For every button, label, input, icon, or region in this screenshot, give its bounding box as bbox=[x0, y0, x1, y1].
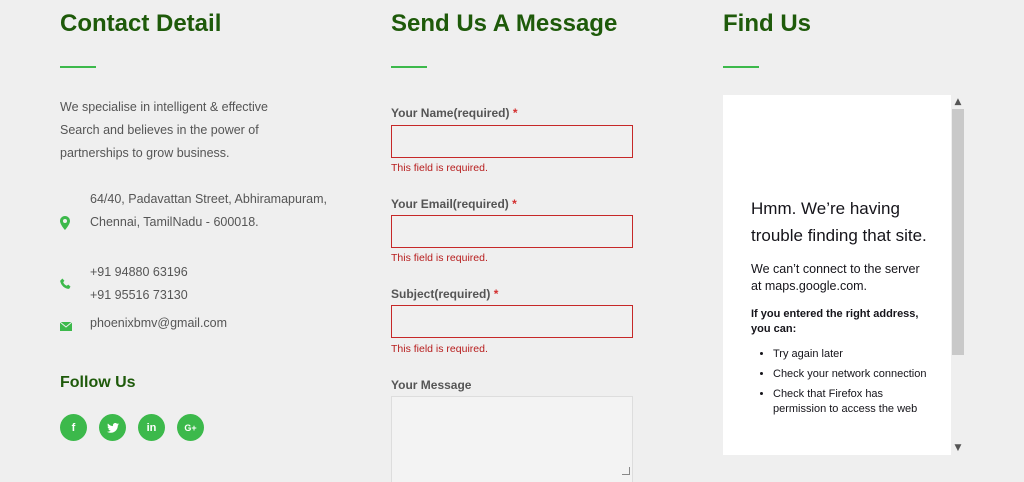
contact-heading: Contact Detail bbox=[60, 10, 222, 37]
required-marker: * bbox=[512, 197, 517, 211]
facebook-icon[interactable]: f bbox=[60, 414, 87, 441]
envelope-icon bbox=[59, 318, 74, 332]
name-label-text: Your Name(required) bbox=[391, 106, 510, 120]
email-label-text: Your Email(required) bbox=[391, 197, 509, 211]
social-links: f in G+ bbox=[60, 414, 204, 441]
subject-label: Subject(required) * bbox=[391, 287, 498, 301]
advice-list: Try again later Check your network conne… bbox=[751, 347, 931, 417]
email-error: This field is required. bbox=[391, 252, 488, 264]
map-pin-icon bbox=[60, 216, 74, 230]
list-item: Check that Firefox has permission to acc… bbox=[773, 387, 931, 417]
required-marker: * bbox=[493, 287, 499, 301]
heading-underline bbox=[391, 66, 427, 68]
scroll-down-icon[interactable]: ▼ bbox=[953, 443, 963, 453]
error-title: Hmm. We’re having trouble finding that s… bbox=[751, 199, 927, 245]
email-link[interactable]: phoenixbmv@gmail.com bbox=[90, 312, 330, 335]
list-item: Try again later bbox=[773, 347, 931, 362]
phone-1[interactable]: +91 94880 63196 bbox=[90, 261, 330, 284]
form-heading: Send Us A Message bbox=[391, 10, 618, 37]
twitter-icon[interactable] bbox=[99, 414, 126, 441]
map-scrollbar[interactable]: ▲ ▼ bbox=[951, 95, 965, 455]
email-label: Your Email(required) * bbox=[391, 197, 517, 211]
message-label: Your Message bbox=[391, 378, 472, 392]
connection-error-page: Hmm. We’re having trouble finding that s… bbox=[751, 195, 931, 422]
name-label: Your Name(required) * bbox=[391, 106, 517, 120]
find-us-heading: Find Us bbox=[723, 10, 811, 37]
phone-icon bbox=[60, 277, 74, 291]
heading-underline bbox=[723, 66, 759, 68]
map-embed-frame[interactable]: Hmm. We’re having trouble finding that s… bbox=[723, 95, 951, 455]
google-plus-icon[interactable]: G+ bbox=[177, 414, 204, 441]
scrollbar-thumb[interactable] bbox=[952, 109, 964, 355]
phone-row: +91 94880 63196 +91 95516 73130 bbox=[60, 261, 330, 307]
follow-heading: Follow Us bbox=[60, 374, 136, 391]
scroll-up-icon[interactable]: ▲ bbox=[953, 97, 963, 107]
phone-2[interactable]: +91 95516 73130 bbox=[90, 284, 330, 307]
advice-heading: If you entered the right address, you ca… bbox=[751, 308, 919, 335]
linkedin-icon[interactable]: in bbox=[138, 414, 165, 441]
address-row: 64/40, Padavattan Street, Abhiramapuram,… bbox=[60, 188, 330, 258]
subject-field[interactable] bbox=[391, 305, 633, 338]
error-subtitle: We can’t connect to the server at maps.g… bbox=[751, 262, 920, 293]
message-textarea[interactable] bbox=[391, 396, 633, 482]
name-field[interactable] bbox=[391, 125, 633, 158]
list-item: Check your network connection bbox=[773, 367, 931, 382]
name-error: This field is required. bbox=[391, 162, 488, 174]
subject-error: This field is required. bbox=[391, 343, 488, 355]
address-text: 64/40, Padavattan Street, Abhiramapuram,… bbox=[90, 192, 327, 229]
email-field[interactable] bbox=[391, 215, 633, 248]
heading-underline bbox=[60, 66, 96, 68]
required-marker: * bbox=[512, 106, 518, 120]
resize-handle-icon[interactable] bbox=[622, 467, 630, 475]
subject-label-text: Subject(required) bbox=[391, 287, 491, 301]
email-row: phoenixbmv@gmail.com bbox=[59, 312, 330, 336]
contact-intro: We specialise in intelligent & effective… bbox=[60, 100, 268, 160]
